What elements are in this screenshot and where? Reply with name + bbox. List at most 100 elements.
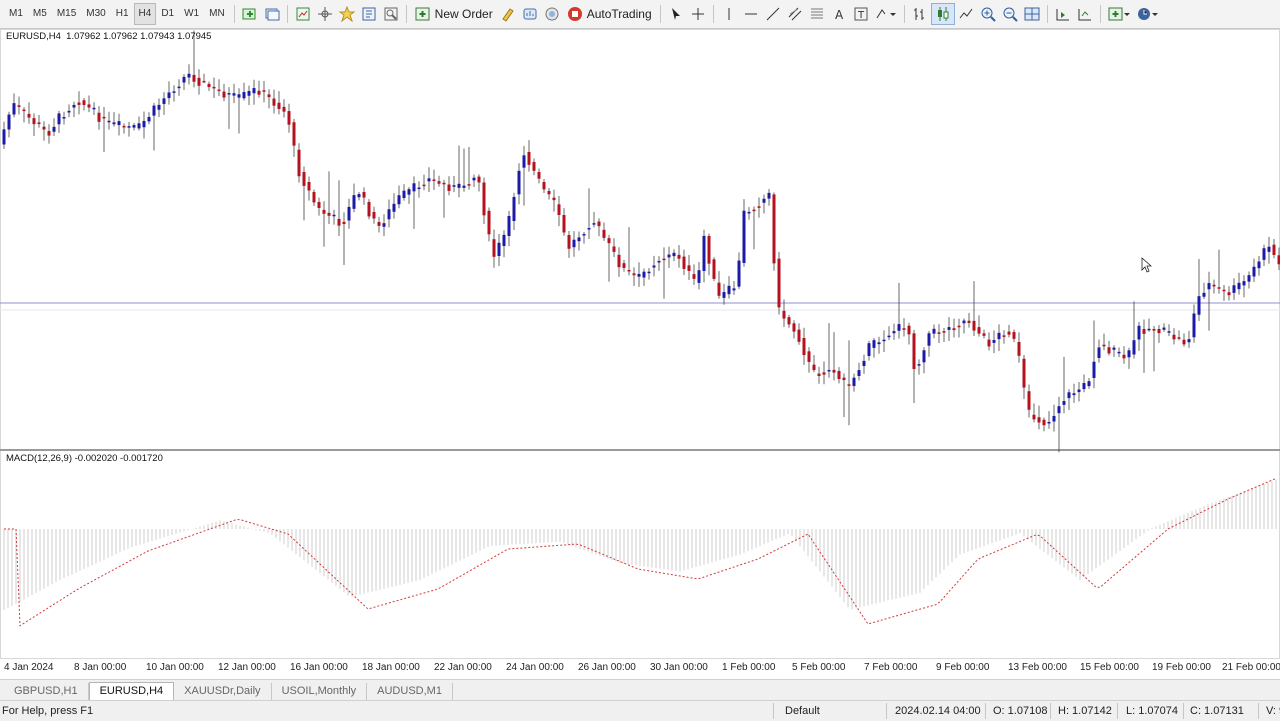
- timeframe-h4[interactable]: H4: [134, 3, 157, 25]
- candle-body: [1208, 283, 1211, 289]
- candle-body: [618, 255, 621, 267]
- autotrading-label: AutoTrading: [587, 7, 652, 21]
- candle-body: [543, 182, 546, 189]
- profiles-icon[interactable]: [261, 4, 283, 24]
- timeframe-m30[interactable]: M30: [81, 4, 110, 24]
- tile-windows-icon[interactable]: [1021, 4, 1043, 24]
- trendline-icon[interactable]: [762, 4, 784, 24]
- timeframe-m15[interactable]: M15: [52, 4, 81, 24]
- chart-tab[interactable]: EURUSD,H4: [89, 682, 175, 700]
- candle-body: [1183, 340, 1186, 345]
- candle-body: [583, 234, 586, 236]
- strategy-tester-icon[interactable]: [380, 4, 402, 24]
- candle-body: [363, 192, 366, 198]
- terminal-icon[interactable]: [358, 4, 380, 24]
- candle-body: [403, 191, 406, 198]
- favorites-star-icon[interactable]: [336, 4, 358, 24]
- text-icon[interactable]: A: [828, 4, 850, 24]
- timeframe-d1[interactable]: D1: [156, 4, 179, 24]
- candle-body: [523, 155, 526, 167]
- candle-body: [233, 93, 236, 95]
- chart-tabs: GBPUSD,H1EURUSD,H4XAUUSDr,DailyUSOIL,Mon…: [0, 679, 1280, 700]
- candle-body: [393, 204, 396, 212]
- chart-window[interactable]: EURUSD,H4 1.07962 1.07962 1.07943 1.0794…: [0, 29, 1280, 659]
- candlestick-chart-icon[interactable]: [931, 3, 955, 25]
- chart-shift-icon[interactable]: [1074, 4, 1096, 24]
- candle-body: [468, 184, 471, 186]
- candle-body: [1013, 332, 1016, 339]
- chart-tab[interactable]: USOIL,Monthly: [272, 683, 368, 700]
- time-axis-label: 21 Feb 00:00: [1222, 662, 1280, 673]
- candle-body: [968, 321, 971, 323]
- navigator-icon[interactable]: [314, 4, 336, 24]
- candle-body: [173, 91, 176, 93]
- timeframe-h1[interactable]: H1: [111, 4, 134, 24]
- market-icon[interactable]: [541, 4, 563, 24]
- candle-body: [803, 338, 806, 355]
- candle-body: [573, 240, 576, 247]
- candle-body: [838, 371, 841, 379]
- candle-body: [728, 286, 731, 294]
- mouse-cursor-icon: [1142, 258, 1151, 272]
- indicators-icon[interactable]: [1105, 4, 1133, 24]
- chart-tab[interactable]: AUDUSD,M1: [367, 683, 453, 700]
- candle-body: [163, 98, 166, 104]
- candle-body: [483, 183, 486, 216]
- zoom-out-icon[interactable]: [999, 4, 1021, 24]
- candle-body: [488, 211, 491, 234]
- autotrading-button[interactable]: AutoTrading: [563, 4, 656, 24]
- candle-body: [853, 378, 856, 386]
- candle-body: [628, 270, 631, 272]
- new-order-button[interactable]: New Order: [411, 4, 497, 24]
- candle-body: [658, 261, 661, 263]
- arrows-dropdown-icon[interactable]: [872, 4, 900, 24]
- new-order-label: New Order: [435, 7, 493, 21]
- text-label-icon[interactable]: T: [850, 4, 872, 24]
- bar-chart-icon[interactable]: [909, 4, 931, 24]
- crosshair-icon[interactable]: [687, 4, 709, 24]
- timeframe-m1[interactable]: M1: [4, 4, 28, 24]
- timeframe-w1[interactable]: W1: [179, 4, 204, 24]
- time-axis-label: 13 Feb 00:00: [1008, 662, 1067, 673]
- time-axis-label: 10 Jan 00:00: [146, 662, 204, 673]
- fibonacci-icon[interactable]: [806, 4, 828, 24]
- timeframe-m5[interactable]: M5: [28, 4, 52, 24]
- vertical-line-icon[interactable]: [718, 4, 740, 24]
- candle-body: [48, 131, 51, 136]
- candle-body: [648, 272, 651, 274]
- time-axis-label: 15 Feb 00:00: [1080, 662, 1139, 673]
- candle-body: [823, 372, 826, 374]
- svg-text:T: T: [857, 10, 865, 21]
- candle-body: [1188, 339, 1191, 342]
- candle-body: [1233, 285, 1236, 293]
- chart-canvas[interactable]: [0, 29, 1280, 659]
- equidistant-channel-icon[interactable]: [784, 4, 806, 24]
- candle-body: [813, 365, 816, 370]
- candle-body: [873, 340, 876, 348]
- horizontal-line-icon[interactable]: [740, 4, 762, 24]
- chart-tab[interactable]: GBPUSD,H1: [4, 683, 89, 700]
- candle-body: [33, 118, 36, 124]
- candle-body: [808, 351, 811, 362]
- candle-body: [978, 327, 981, 333]
- zoom-in-icon[interactable]: [977, 4, 999, 24]
- candle-body: [1273, 245, 1276, 255]
- candle-body: [928, 333, 931, 345]
- candle-body: [343, 222, 346, 224]
- market-watch-icon[interactable]: [292, 4, 314, 24]
- metaeditor-icon[interactable]: [497, 4, 519, 24]
- candle-body: [948, 327, 951, 330]
- chart-tab[interactable]: XAUUSDr,Daily: [174, 683, 271, 700]
- candle-body: [828, 370, 831, 372]
- candle-body: [973, 321, 976, 331]
- candle-body: [413, 183, 416, 191]
- cursor-icon[interactable]: [665, 4, 687, 24]
- line-chart-icon[interactable]: [955, 4, 977, 24]
- periods-clock-icon[interactable]: [1133, 4, 1161, 24]
- timeframe-mn[interactable]: MN: [204, 4, 230, 24]
- candle-body: [788, 317, 791, 324]
- auto-scroll-icon[interactable]: [1052, 4, 1074, 24]
- signals-icon[interactable]: [519, 4, 541, 24]
- candle-body: [898, 324, 901, 331]
- new-chart-icon[interactable]: [239, 4, 261, 24]
